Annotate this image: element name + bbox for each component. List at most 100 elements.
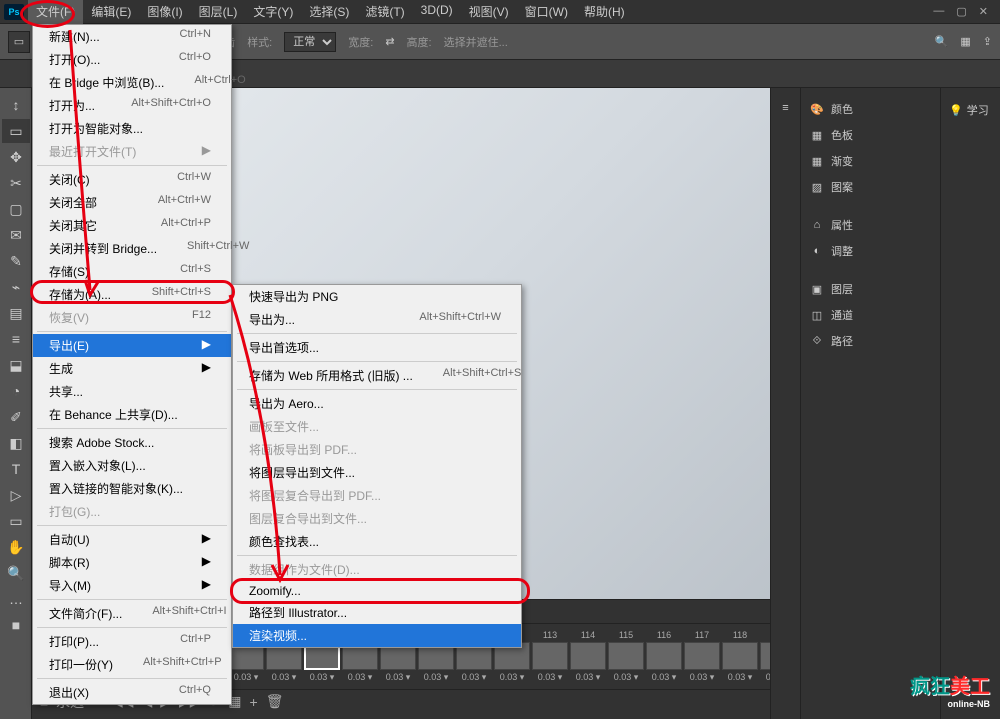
- tool-14[interactable]: T: [2, 457, 30, 481]
- tool-13[interactable]: ◧: [2, 431, 30, 455]
- menu-item[interactable]: 关闭(C)Ctrl+W: [33, 168, 231, 191]
- tool-20[interactable]: ■: [2, 613, 30, 637]
- menu-item[interactable]: Zoomify...: [233, 581, 521, 601]
- timeline-frame[interactable]: 1170.03 ▾: [684, 630, 720, 683]
- menu-item[interactable]: 搜索 Adobe Stock...: [33, 431, 231, 454]
- tool-17[interactable]: ✋: [2, 535, 30, 559]
- menu-3d[interactable]: 3D(D): [413, 0, 461, 24]
- panel-btn-颜色[interactable]: 🎨颜色: [801, 96, 940, 122]
- menu-item[interactable]: 导出首选项...: [233, 336, 521, 359]
- tool-10[interactable]: ⬓: [2, 353, 30, 377]
- style-select[interactable]: 正常: [284, 32, 336, 52]
- timeline-frame[interactable]: 1150.03 ▾: [608, 630, 644, 683]
- timeline-frame[interactable]: 1190.03 ▾: [760, 630, 770, 683]
- tool-19[interactable]: …: [2, 587, 30, 611]
- search-icon[interactable]: 🔍: [935, 35, 949, 48]
- menu-select[interactable]: 选择(S): [301, 0, 357, 24]
- menu-item[interactable]: 导出为 Aero...: [233, 392, 521, 415]
- menu-item[interactable]: 置入链接的智能对象(K)...: [33, 477, 231, 500]
- tool-0[interactable]: ↕: [2, 93, 30, 117]
- menu-item[interactable]: 导出(E)▶: [33, 334, 231, 357]
- menu-item[interactable]: 导出为...Alt+Shift+Ctrl+W: [233, 308, 521, 331]
- minimize-icon[interactable]: —: [933, 5, 944, 18]
- menu-item[interactable]: 生成▶: [33, 357, 231, 380]
- panel-btn-色板[interactable]: ▦色板: [801, 122, 940, 148]
- menu-item[interactable]: 文件简介(F)...Alt+Shift+Ctrl+I: [33, 602, 231, 625]
- maximize-icon[interactable]: ▢: [956, 5, 966, 18]
- timeline-frame[interactable]: 1180.03 ▾: [722, 630, 758, 683]
- panel-btn-通道[interactable]: ◫通道: [801, 302, 940, 328]
- tool-6[interactable]: ✎: [2, 249, 30, 273]
- menu-item[interactable]: 存储为 Web 所用格式 (旧版) ...Alt+Shift+Ctrl+S: [233, 364, 521, 387]
- menu-item[interactable]: 关闭全部Alt+Ctrl+W: [33, 191, 231, 214]
- menu-image[interactable]: 图像(I): [139, 0, 190, 24]
- menu-item[interactable]: 打开为智能对象...: [33, 117, 231, 140]
- tool-5[interactable]: ✉: [2, 223, 30, 247]
- tool-16[interactable]: ▭: [2, 509, 30, 533]
- menu-item[interactable]: 在 Bridge 中浏览(B)...Alt+Ctrl+O: [33, 71, 231, 94]
- tool-3[interactable]: ✂: [2, 171, 30, 195]
- menu-item[interactable]: 共享...: [33, 380, 231, 403]
- panel-btn-调整[interactable]: ◐调整: [801, 238, 940, 264]
- menu-item[interactable]: 脚本(R)▶: [33, 551, 231, 574]
- menu-item[interactable]: 退出(X)Ctrl+Q: [33, 681, 231, 704]
- strip-icon[interactable]: ≡: [771, 96, 800, 120]
- tool-15[interactable]: ▷: [2, 483, 30, 507]
- menu-item[interactable]: 将图层导出到文件...: [233, 461, 521, 484]
- menu-item[interactable]: 打开(O)...Ctrl+O: [33, 48, 231, 71]
- panel-btn-图案[interactable]: ▨图案: [801, 174, 940, 200]
- menu-filter[interactable]: 滤镜(T): [357, 0, 412, 24]
- tool-1[interactable]: ▭: [2, 119, 30, 143]
- tool-11[interactable]: ◔: [2, 379, 30, 403]
- tool-2[interactable]: ✥: [2, 145, 30, 169]
- menu-item[interactable]: 新建(N)...Ctrl+N: [33, 25, 231, 48]
- share-icon[interactable]: ⇪: [983, 35, 992, 48]
- panel-btn-路径[interactable]: ⟐路径: [801, 328, 940, 354]
- menu-item: 画板至文件...: [233, 415, 521, 438]
- tool-9[interactable]: ≡: [2, 327, 30, 351]
- panel-btn-属性[interactable]: ⌂属性: [801, 212, 940, 238]
- menu-item[interactable]: 存储为(A)...Shift+Ctrl+S: [33, 283, 231, 306]
- menu-item[interactable]: 关闭其它Alt+Ctrl+P: [33, 214, 231, 237]
- menu-view[interactable]: 视图(V): [461, 0, 517, 24]
- menu-item[interactable]: 快速导出为 PNG: [233, 285, 521, 308]
- menu-layer[interactable]: 图层(L): [191, 0, 246, 24]
- menu-item[interactable]: 关闭并转到 Bridge...Shift+Ctrl+W: [33, 237, 231, 260]
- menu-item[interactable]: 渲染视频...: [233, 624, 521, 647]
- learn-button[interactable]: 💡 学习: [941, 96, 1000, 124]
- menu-item[interactable]: 打印一份(Y)Alt+Shift+Ctrl+P: [33, 653, 231, 676]
- panel-icon: ▣: [809, 283, 825, 296]
- swap-icon[interactable]: ⇄: [385, 35, 394, 48]
- menu-item[interactable]: 自动(U)▶: [33, 528, 231, 551]
- tool-18[interactable]: 🔍: [2, 561, 30, 585]
- menu-help[interactable]: 帮助(H): [576, 0, 633, 24]
- menu-item[interactable]: 打印(P)...Ctrl+P: [33, 630, 231, 653]
- panel-btn-渐变[interactable]: ▦渐变: [801, 148, 940, 174]
- tool-4[interactable]: ▢: [2, 197, 30, 221]
- select-mask-label[interactable]: 选择并遮住...: [444, 34, 508, 50]
- menu-type[interactable]: 文字(Y): [245, 0, 301, 24]
- menu-item[interactable]: 打开为...Alt+Shift+Ctrl+O: [33, 94, 231, 117]
- tool-8[interactable]: ▤: [2, 301, 30, 325]
- tool-7[interactable]: ⌁: [2, 275, 30, 299]
- timeline-frame[interactable]: 1160.03 ▾: [646, 630, 682, 683]
- menu-item[interactable]: 导入(M)▶: [33, 574, 231, 597]
- menu-item[interactable]: 路径到 Illustrator...: [233, 601, 521, 624]
- timeline-frame[interactable]: 1140.03 ▾: [570, 630, 606, 683]
- workspace-icon[interactable]: ▦: [960, 35, 970, 48]
- menu-file[interactable]: 文件(F): [28, 0, 83, 24]
- marquee-tool-icon[interactable]: ▭: [8, 31, 30, 53]
- delete-frame-icon[interactable]: 🗑: [266, 693, 284, 710]
- close-icon[interactable]: ✕: [979, 5, 988, 18]
- timeline-frame[interactable]: 1130.03 ▾: [532, 630, 568, 683]
- menu-item[interactable]: 存储(S)Ctrl+S: [33, 260, 231, 283]
- menu-item[interactable]: 颜色查找表...: [233, 530, 521, 553]
- menu-item[interactable]: 在 Behance 上共享(D)...: [33, 403, 231, 426]
- new-frame-icon[interactable]: +: [250, 694, 258, 710]
- panel-btn-图层[interactable]: ▣图层: [801, 276, 940, 302]
- menu-window[interactable]: 窗口(W): [517, 0, 576, 24]
- bulb-icon: 💡: [949, 104, 963, 117]
- menu-edit[interactable]: 编辑(E): [83, 0, 139, 24]
- tool-12[interactable]: ✐: [2, 405, 30, 429]
- menu-item[interactable]: 置入嵌入对象(L)...: [33, 454, 231, 477]
